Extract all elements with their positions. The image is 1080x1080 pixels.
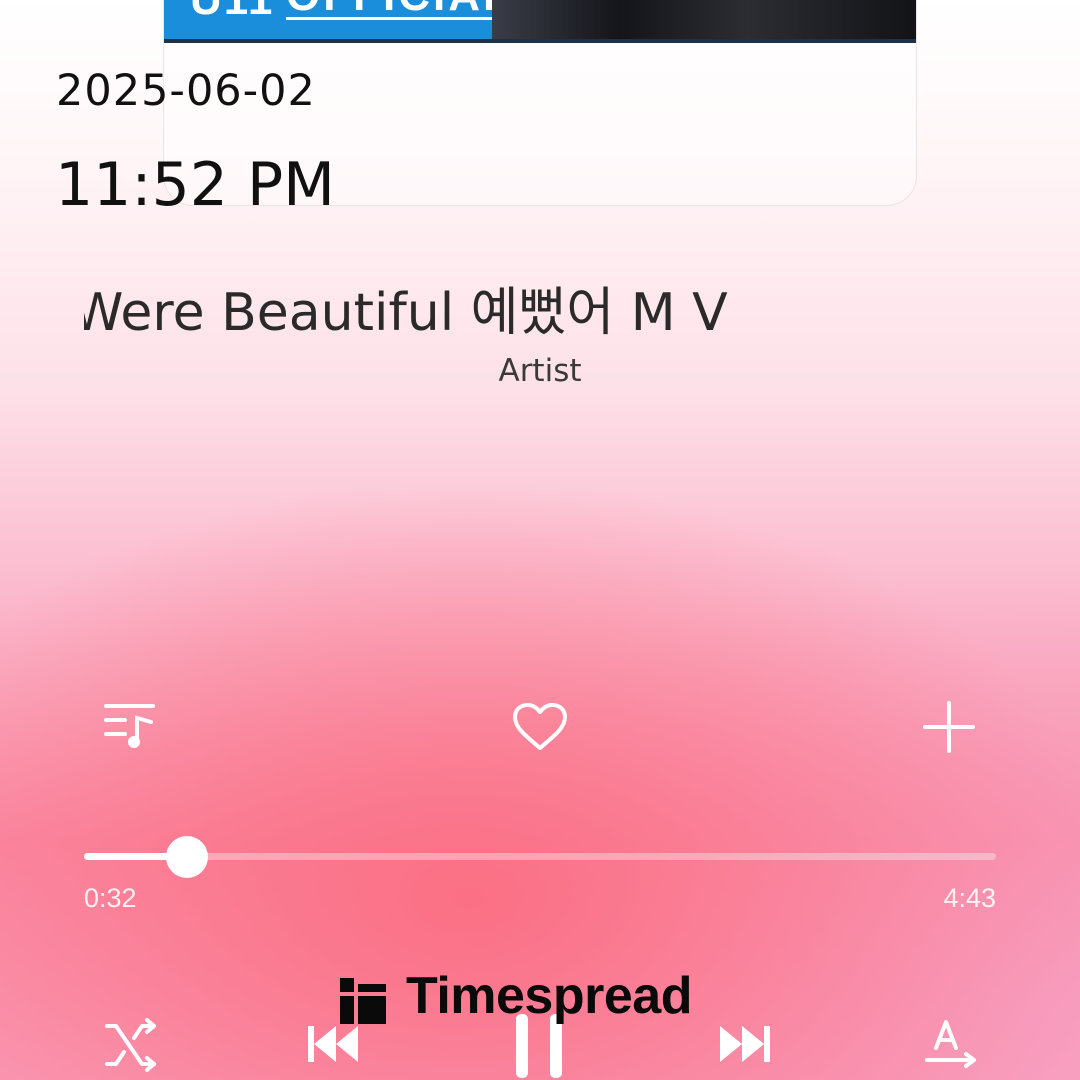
- album-art-photo: [492, 0, 916, 43]
- song-title: Were Beautiful 예뻤어 M V: [84, 283, 728, 340]
- text-translate-icon[interactable]: [924, 1018, 980, 1072]
- timespread-logo-icon: [340, 978, 386, 1024]
- date-overlay: 2025-06-02: [56, 66, 316, 116]
- album-art-caption-left: U11: [190, 0, 274, 25]
- song-title-marquee: Were Beautiful 예뻤어 M V: [84, 270, 784, 340]
- total-time: 4:43: [943, 883, 996, 913]
- plus-icon[interactable]: [922, 700, 976, 754]
- skip-previous-icon[interactable]: [306, 1024, 360, 1064]
- album-art-edge: [164, 39, 916, 43]
- watermark-text: Timespread: [406, 967, 692, 1025]
- shuffle-icon[interactable]: [104, 1018, 158, 1072]
- elapsed-time: 0:32: [84, 883, 137, 913]
- playlist-music-icon[interactable]: [103, 700, 157, 750]
- album-art-image: U11 OFFICIAL: [164, 0, 916, 43]
- artist-name[interactable]: Artist: [0, 353, 1080, 389]
- heart-outline-icon[interactable]: [512, 702, 568, 752]
- seek-bar-handle[interactable]: [166, 836, 209, 878]
- skip-next-icon[interactable]: [718, 1024, 772, 1064]
- time-overlay: 11:52 PM: [55, 150, 335, 220]
- album-art-caption-right: OFFICIAL: [286, 0, 513, 20]
- seek-bar[interactable]: [84, 836, 996, 878]
